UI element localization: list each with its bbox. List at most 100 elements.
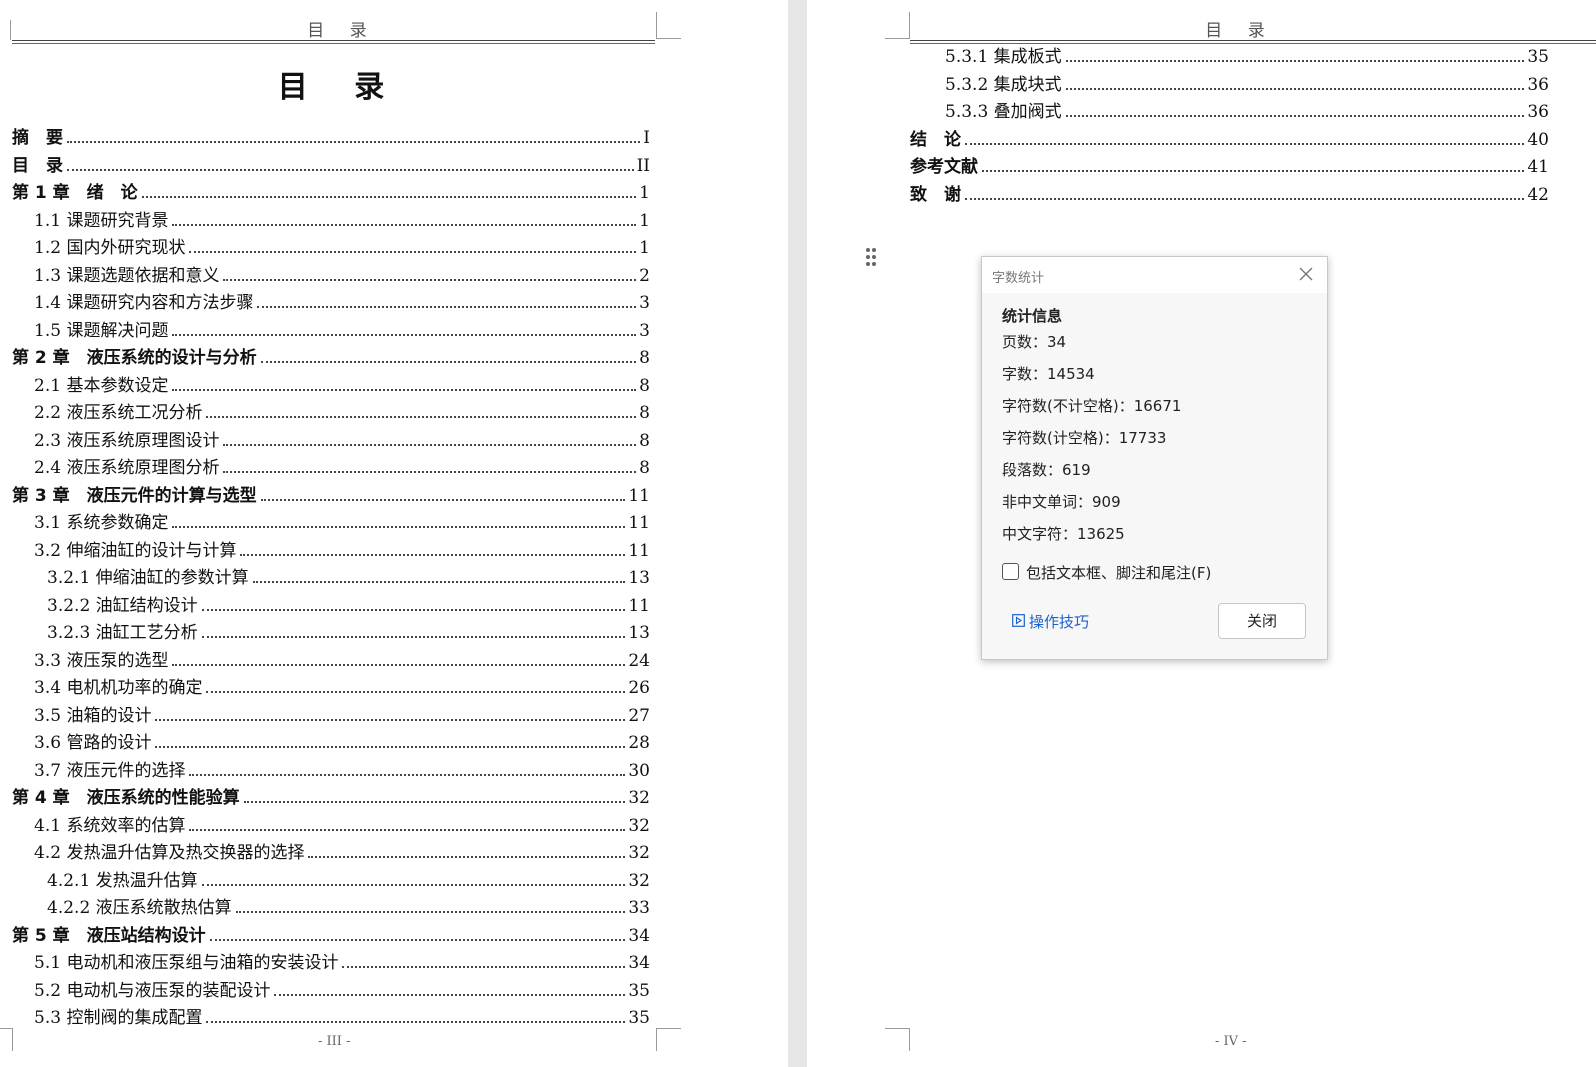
toc-entry[interactable]: 3.7 液压元件的选择 30 (34, 757, 650, 781)
toc-entry[interactable]: 5.1 电动机和液压泵组与油箱的安装设计 34 (34, 949, 650, 973)
toc-entry[interactable]: 目 录 II (12, 152, 650, 176)
toc-entry[interactable]: 第 5 章 液压站结构设计 34 (12, 922, 650, 946)
page-title: 目 录 (277, 70, 403, 105)
toc-entry-page: 27 (628, 705, 650, 726)
toc-entry[interactable]: 4.2.1 发热温升估算 32 (47, 867, 650, 891)
toc-entry[interactable]: 5.3.3 叠加阀式 36 (945, 98, 1549, 122)
toc-leader-dots (342, 966, 626, 968)
stat-chars-with-spaces: 字符数(计空格)：17733 (1002, 429, 1167, 447)
toc-entry-label: 5.3 控制阀的集成配置 (34, 1008, 203, 1028)
toc-entry-page: 1 (639, 210, 650, 231)
toc-entry[interactable]: 3.2.1 伸缩油缸的参数计算 13 (47, 564, 650, 588)
toc-entry[interactable]: 3.2 伸缩油缸的设计与计算 11 (34, 537, 650, 561)
toc-entry-page: 13 (628, 623, 650, 643)
toc-leader-dots (201, 608, 626, 611)
toc-entry[interactable]: 3.6 管路的设计 28 (34, 729, 650, 753)
tips-link[interactable]: 操作技巧 (1012, 611, 1089, 632)
toc-entry[interactable]: 1.4 课题研究内容和方法步骤 3 (34, 289, 650, 313)
toc-entry-page: 26 (628, 678, 650, 698)
toc-entry-label: 3.2 伸缩油缸的设计与计算 (34, 540, 237, 561)
toc-entry[interactable]: 4.2.2 液压系统散热估算 33 (47, 894, 650, 918)
toc-entry[interactable]: 1.3 课题选题依据和意义 2 (34, 262, 650, 286)
toc-entry[interactable]: 3.2.3 油缸工艺分析 13 (47, 619, 650, 643)
toc-entry[interactable]: 2.4 液压系统原理图分析 8 (34, 454, 650, 478)
toc-entry-page: 8 (639, 348, 650, 368)
toc-entry-label: 摘 要 (12, 128, 63, 148)
toc-entry[interactable]: 第 4 章 液压系统的性能验算 32 (12, 784, 650, 808)
toc-entry[interactable]: 5.2 电动机与液压泵的装配设计 35 (34, 977, 650, 1001)
toc-entry[interactable]: 5.3 控制阀的集成配置 35 (34, 1004, 650, 1028)
toc-entry-label: 第 2 章 液压系统的设计与分析 (12, 348, 257, 368)
toc-leader-dots (243, 801, 626, 803)
toc-leader-dots (172, 663, 626, 666)
toc-entry-page: 35 (1527, 47, 1549, 67)
toc-entry-page: 35 (628, 980, 650, 1001)
toc-entry-label: 4.2.1 发热温升估算 (47, 870, 198, 891)
header-rule (910, 40, 1596, 41)
toc-entry[interactable]: 第 2 章 液压系统的设计与分析 8 (12, 344, 650, 368)
toc-entry-label: 3.7 液压元件的选择 (34, 760, 186, 781)
toc-entry-label: 3.3 液压泵的选型 (34, 650, 169, 671)
toc-entry-page: 35 (628, 1008, 650, 1028)
toc-leader-dots (206, 1021, 626, 1023)
toc-entry[interactable]: 参考文献 41 (910, 153, 1549, 177)
toc-entry-page: 32 (628, 870, 650, 891)
toc-entry[interactable]: 3.2.2 油缸结构设计 11 (47, 592, 650, 616)
toc-entry[interactable]: 1.5 课题解决问题 3 (34, 317, 650, 341)
toc-entry-page: 11 (628, 485, 650, 506)
toc-entry[interactable]: 2.3 液压系统原理图设计 8 (34, 427, 650, 451)
toc-entry[interactable]: 结 论 40 (910, 126, 1549, 150)
include-textbox-footnote-checkbox[interactable] (1002, 563, 1019, 580)
toc-entry[interactable]: 5.3.2 集成块式 36 (945, 71, 1549, 95)
drag-handle-icon[interactable] (860, 246, 876, 270)
toc-entry-label: 4.2.2 液压系统散热估算 (47, 898, 232, 918)
crop-mark-bottom-right (656, 1028, 681, 1051)
header-rule-thin (12, 43, 655, 44)
toc-entry[interactable]: 1.1 课题研究背景 1 (34, 207, 650, 231)
toc-entry-label: 3.6 管路的设计 (34, 733, 152, 753)
document-page-left: 目 录 目 录 摘 要I目 录 II 第 1 章 绪 论 1 1.1 课题研究背景 1 1.… (0, 0, 788, 1067)
toc-entry[interactable]: 2.1 基本参数设定 8 (34, 372, 650, 396)
toc-entry[interactable]: 4.1 系统效率的估算 32 (34, 812, 650, 836)
toc-entry[interactable]: 3.5 油箱的设计 27 (34, 702, 650, 726)
toc-entry-label: 第 3 章 液压元件的计算与选型 (12, 485, 257, 506)
toc-entry[interactable]: 第 3 章 液压元件的计算与选型 11 (12, 482, 650, 506)
toc-entry-label: 2.2 液压系统工况分析 (34, 403, 203, 423)
toc-entry[interactable]: 3.1 系统参数确定 11 (34, 509, 650, 533)
toc-leader-dots (252, 581, 626, 583)
toc-entry[interactable]: 第 1 章 绪 论 1 (12, 179, 650, 203)
toc-entry[interactable]: 5.3.1 集成板式 35 (945, 43, 1549, 67)
toc-entry-page: 36 (1527, 102, 1549, 122)
toc-entry[interactable]: 致 谢 42 (910, 181, 1549, 205)
toc-entry[interactable]: 摘 要I (12, 124, 650, 148)
close-button[interactable]: 关闭 (1218, 603, 1306, 639)
toc-entry[interactable]: 1.2 国内外研究现状 1 (34, 234, 650, 258)
toc-entry-page: 42 (1527, 184, 1549, 205)
dialog-title: 字数统计 (992, 271, 1045, 286)
toc-entry-label: 5.2 电动机与液压泵的装配设计 (34, 980, 271, 1001)
toc-leader-dots (206, 691, 626, 693)
toc-leader-dots (172, 388, 637, 391)
toc-entry-page: 8 (639, 458, 650, 478)
close-icon[interactable] (1297, 265, 1315, 283)
toc-entry-label: 3.5 油箱的设计 (34, 705, 152, 726)
toc-entry[interactable]: 3.4 电机机功率的确定 26 (34, 674, 650, 698)
toc-entry[interactable]: 3.3 液压泵的选型 24 (34, 647, 650, 671)
toc-entry-label: 3.1 系统参数确定 (34, 513, 169, 533)
toc-entry-page: 40 (1527, 129, 1549, 150)
toc-leader-dots (189, 251, 637, 253)
stat-words: 字数：14534 (1002, 365, 1095, 383)
toc-leader-dots (189, 828, 626, 831)
toc-entry-page: 30 (628, 760, 650, 781)
toc-leader-dots (172, 333, 637, 336)
toc-entry-label: 2.4 液压系统原理图分析 (34, 458, 220, 478)
toc-entry[interactable]: 4.2 发热温升估算及热交换器的选择 32 (34, 839, 650, 863)
toc-leader-dots (982, 170, 1525, 172)
checkbox-label[interactable]: 包括文本框、脚注和尾注(F) (1026, 562, 1211, 583)
dialog-titlebar[interactable]: 字数统计 (982, 257, 1327, 293)
toc-entry-label: 参考文献 (910, 157, 978, 177)
crop-mark-top-left (0, 20, 11, 40)
toc-entry[interactable]: 2.2 液压系统工况分析 8 (34, 399, 650, 423)
toc-entry-label: 5.1 电动机和液压泵组与油箱的安装设计 (34, 953, 339, 973)
word-count-dialog: 字数统计 统计信息 页数：34 字数：14534 字符数(不计空格)：16671… (981, 256, 1328, 660)
